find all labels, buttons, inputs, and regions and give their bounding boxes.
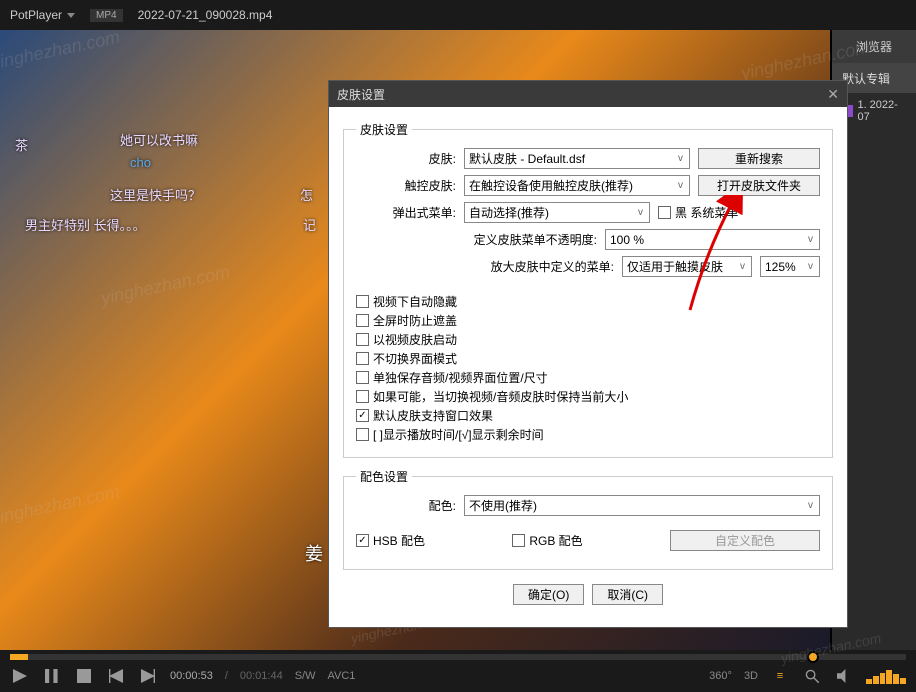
skin-settings-group: 皮肤设置 皮肤: 默认皮肤 - Default.dsfv 重新搜索 触控皮肤: … <box>343 121 833 458</box>
dialog-titlebar[interactable]: 皮肤设置 ✕ <box>329 81 847 107</box>
custom-color-button[interactable]: 自定义配色 <box>670 530 820 551</box>
black-menu-checkbox[interactable] <box>658 206 671 219</box>
autohide-label: 视频下自动隐藏 <box>373 293 457 310</box>
windoweffect-checkbox[interactable] <box>356 409 369 422</box>
popup-menu-select[interactable]: 自动选择(推荐)v <box>464 202 650 223</box>
rgb-checkbox[interactable] <box>512 534 525 547</box>
danmaku: 记 <box>303 215 316 234</box>
noswitch-label: 不切换界面模式 <box>373 350 457 367</box>
opacity-label: 定义皮肤菜单不透明度: <box>356 231 597 248</box>
danmaku: 姜 <box>305 540 323 566</box>
danmaku: 怎 <box>300 185 313 204</box>
subtitle-button[interactable]: ≡ <box>770 666 790 686</box>
codec-indicator: AVC1 <box>328 670 356 682</box>
savesize-label: 单独保存音频/视频界面位置/尺寸 <box>373 369 548 386</box>
progress-bar[interactable] <box>0 650 916 660</box>
keepsize-checkbox[interactable] <box>356 390 369 403</box>
research-button[interactable]: 重新搜索 <box>698 148 820 169</box>
stop-button[interactable] <box>74 666 94 686</box>
black-menu-label: 黑 系统菜单 <box>675 204 738 221</box>
prev-button[interactable] <box>106 666 126 686</box>
dialog-title: 皮肤设置 <box>337 86 385 103</box>
touch-skin-label: 触控皮肤: <box>356 177 456 194</box>
popup-menu-label: 弹出式菜单: <box>356 204 456 221</box>
speaker-icon[interactable] <box>834 666 854 686</box>
color-label: 配色: <box>356 497 456 514</box>
browser-tab[interactable]: 浏览器 <box>832 30 916 64</box>
danmaku: 她可以改书嘛 <box>120 130 198 149</box>
color-settings-group: 配色设置 配色: 不使用(推荐)v HSB 配色 RGB 配色 自定义配色 <box>343 468 833 570</box>
hsb-checkbox[interactable] <box>356 534 369 547</box>
keepsize-label: 如果可能，当切换视频/音频皮肤时保持当前大小 <box>373 388 628 405</box>
windoweffect-label: 默认皮肤支持窗口效果 <box>373 407 493 424</box>
pause-button[interactable] <box>42 666 62 686</box>
noswitch-checkbox[interactable] <box>356 352 369 365</box>
cancel-button[interactable]: 取消(C) <box>592 584 663 605</box>
danmaku: 男主好特别 长得。。。 <box>25 215 146 234</box>
format-badge: MP4 <box>90 9 123 22</box>
app-menu[interactable]: PotPlayer <box>10 8 75 22</box>
color-select[interactable]: 不使用(推荐)v <box>464 495 820 516</box>
control-bar: 00:00:53 / 00:01:44 S/W AVC1 360° 3D ≡ <box>0 660 916 692</box>
close-icon[interactable]: ✕ <box>827 86 839 103</box>
danmaku: 这里是快手吗？ <box>110 185 201 204</box>
timedisplay-label: [ ]显示播放时间/[√]显示剩余时间 <box>373 426 544 443</box>
time-current: 00:00:53 <box>170 670 213 682</box>
zoom-mode-select[interactable]: 仅适用于触摸皮肤v <box>622 256 752 277</box>
hsb-label: HSB 配色 <box>373 532 425 549</box>
autohide-checkbox[interactable] <box>356 295 369 308</box>
rgb-label: RGB 配色 <box>529 532 582 549</box>
360-button[interactable]: 360° <box>709 670 732 682</box>
legend: 皮肤设置 <box>356 121 412 138</box>
danmaku: 茶 <box>15 135 28 154</box>
videoskin-checkbox[interactable] <box>356 333 369 346</box>
search-button[interactable] <box>802 666 822 686</box>
zoom-menu-label: 放大皮肤中定义的菜单: <box>356 258 614 275</box>
next-button[interactable] <box>138 666 158 686</box>
skin-select[interactable]: 默认皮肤 - Default.dsfv <box>464 148 690 169</box>
opacity-select[interactable]: 100 %v <box>605 229 820 250</box>
ok-button[interactable]: 确定(O) <box>513 584 584 605</box>
fullscreen-label: 全屏时防止遮盖 <box>373 312 457 329</box>
sw-indicator[interactable]: S/W <box>295 670 316 682</box>
titlebar: PotPlayer MP4 2022-07-21_090028.mp4 <box>0 0 916 30</box>
touch-skin-select[interactable]: 在触控设备使用触控皮肤(推荐)v <box>464 175 690 196</box>
legend: 配色设置 <box>356 468 412 485</box>
timedisplay-checkbox[interactable] <box>356 428 369 441</box>
skin-label: 皮肤: <box>356 150 456 167</box>
play-button[interactable] <box>10 666 30 686</box>
time-total: 00:01:44 <box>240 670 283 682</box>
savesize-checkbox[interactable] <box>356 371 369 384</box>
filename: 2022-07-21_090028.mp4 <box>138 8 273 22</box>
open-skin-folder-button[interactable]: 打开皮肤文件夹 <box>698 175 820 196</box>
danmaku: cho <box>130 155 151 170</box>
zoom-pct-select[interactable]: 125%v <box>760 256 820 277</box>
3d-button[interactable]: 3D <box>744 670 758 682</box>
chevron-down-icon <box>67 13 75 18</box>
fullscreen-checkbox[interactable] <box>356 314 369 327</box>
videoskin-label: 以视频皮肤启动 <box>373 331 457 348</box>
skin-settings-dialog: 皮肤设置 ✕ 皮肤设置 皮肤: 默认皮肤 - Default.dsfv 重新搜索… <box>328 80 848 628</box>
volume-bars[interactable] <box>866 668 906 684</box>
